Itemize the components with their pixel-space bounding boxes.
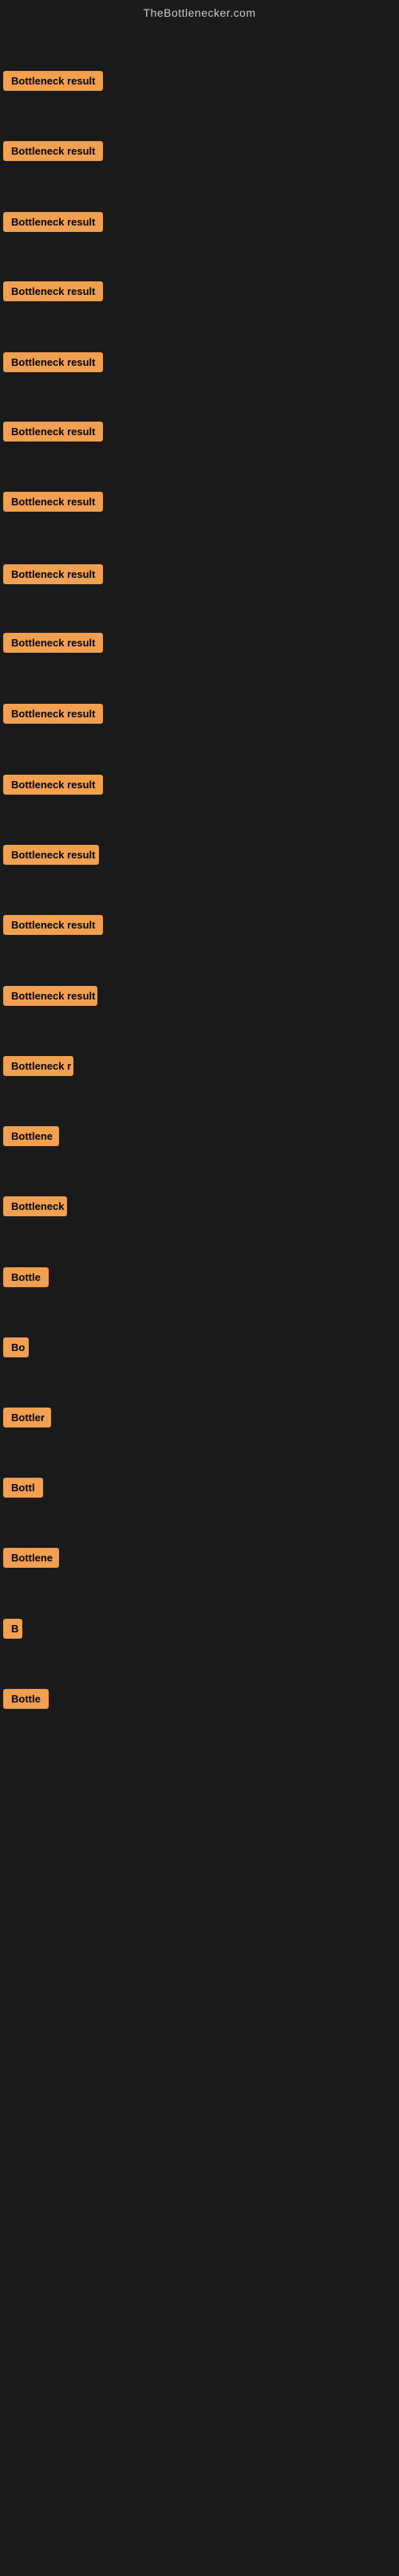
result-row: B	[3, 1619, 22, 1643]
result-row: Bottleneck result	[3, 281, 103, 305]
bottleneck-badge-6[interactable]: Bottleneck result	[3, 422, 103, 442]
bottleneck-badge-7[interactable]: Bottleneck result	[3, 492, 103, 512]
result-row: Bottleneck result	[3, 422, 103, 446]
result-row: Bottle	[3, 1689, 49, 1713]
result-row: Bottleneck result	[3, 141, 103, 165]
result-row: Bottlene	[3, 1548, 59, 1572]
result-row: Bottleneck result	[3, 352, 103, 376]
bottleneck-badge-13[interactable]: Bottleneck result	[3, 915, 103, 935]
result-row: Bo	[3, 1337, 29, 1361]
bottleneck-badge-11[interactable]: Bottleneck result	[3, 775, 103, 795]
result-row: Bottleneck result	[3, 845, 99, 869]
result-row: Bottlene	[3, 1126, 59, 1150]
result-row: Bottleneck result	[3, 71, 103, 95]
bottleneck-badge-22[interactable]: Bottlene	[3, 1548, 59, 1568]
result-row: Bottl	[3, 1478, 43, 1502]
bottleneck-badge-20[interactable]: Bottler	[3, 1408, 51, 1427]
bottleneck-badge-9[interactable]: Bottleneck result	[3, 633, 103, 653]
bottleneck-badge-15[interactable]: Bottleneck r	[3, 1056, 73, 1076]
result-row: Bottleneck result	[3, 986, 97, 1010]
bottleneck-badge-12[interactable]: Bottleneck result	[3, 845, 99, 865]
result-row: Bottleneck result	[3, 915, 103, 939]
bottleneck-badge-21[interactable]: Bottl	[3, 1478, 43, 1498]
bottleneck-badge-8[interactable]: Bottleneck result	[3, 564, 103, 584]
bottleneck-badge-2[interactable]: Bottleneck result	[3, 141, 103, 161]
bottleneck-badge-1[interactable]: Bottleneck result	[3, 71, 103, 91]
bottleneck-badge-3[interactable]: Bottleneck result	[3, 212, 103, 232]
bottleneck-badge-16[interactable]: Bottlene	[3, 1126, 59, 1146]
bottleneck-badge-18[interactable]: Bottle	[3, 1267, 49, 1287]
bottleneck-badge-19[interactable]: Bo	[3, 1337, 29, 1357]
bottleneck-badge-4[interactable]: Bottleneck result	[3, 281, 103, 301]
result-row: Bottleneck r	[3, 1056, 73, 1080]
result-row: Bottleneck result	[3, 492, 103, 516]
site-title: TheBottlenecker.com	[0, 0, 399, 26]
bottleneck-badge-5[interactable]: Bottleneck result	[3, 352, 103, 372]
result-row: Bottleneck result	[3, 564, 103, 588]
bottleneck-badge-24[interactable]: Bottle	[3, 1689, 49, 1709]
result-row: Bottleneck result	[3, 633, 103, 657]
bottleneck-badge-23[interactable]: B	[3, 1619, 22, 1639]
result-row: Bottler	[3, 1408, 51, 1431]
result-row: Bottleneck result	[3, 704, 103, 728]
result-row: Bottle	[3, 1267, 49, 1291]
bottleneck-badge-17[interactable]: Bottleneck	[3, 1196, 67, 1216]
bottleneck-badge-14[interactable]: Bottleneck result	[3, 986, 97, 1006]
result-row: Bottleneck	[3, 1196, 67, 1220]
result-row: Bottleneck result	[3, 775, 103, 799]
result-row: Bottleneck result	[3, 212, 103, 236]
bottleneck-badge-10[interactable]: Bottleneck result	[3, 704, 103, 724]
